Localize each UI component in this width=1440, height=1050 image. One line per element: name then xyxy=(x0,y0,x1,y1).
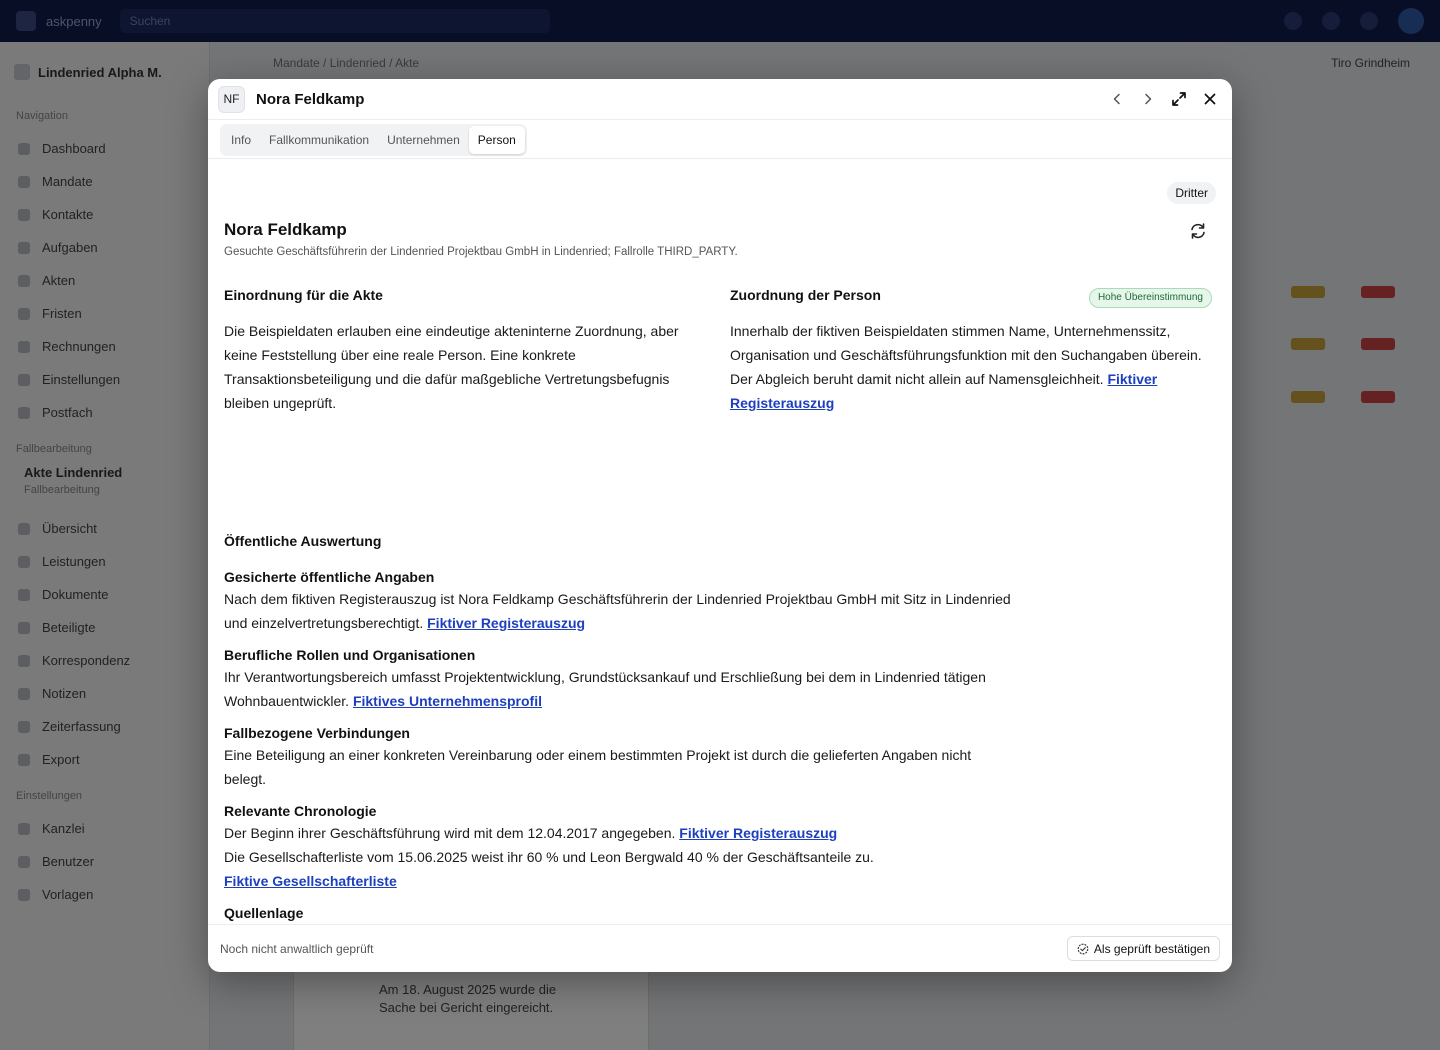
chevron-left-icon xyxy=(1113,93,1120,105)
block-title: Fallbezogene Verbindungen xyxy=(224,725,410,741)
modal-header: NF Nora Feldkamp xyxy=(208,79,1232,119)
block-text-body: Ihr Verantwortungsbereich umfasst Projek… xyxy=(224,669,986,709)
block-text: Nach dem fiktiven Registerauszug ist Nor… xyxy=(224,587,1014,635)
block-text: Die Gesellschafterliste vom 15.06.2025 w… xyxy=(224,845,1014,893)
tab-list: Info Fallkommunikation Unternehmen Person xyxy=(220,124,527,156)
modal-footer: Noch nicht anwaltlich geprüft Als geprüf… xyxy=(208,924,1232,972)
chevron-right-icon xyxy=(1145,93,1152,105)
evaluation-block: Berufliche Rollen und Organisationen Ihr … xyxy=(224,645,1014,713)
tab-bar: Info Fallkommunikation Unternehmen Person xyxy=(208,119,1232,159)
block-text: Der Beginn ihrer Geschäftsführung wird m… xyxy=(224,821,1014,845)
public-evaluation-section: Öffentliche Auswertung Gesicherte öffent… xyxy=(224,533,1014,924)
assignment-text: Innerhalb der fiktiven Beispieldaten sti… xyxy=(730,319,1216,415)
source-link[interactable]: Fiktive Gesellschafterliste xyxy=(224,873,397,889)
expand-icon xyxy=(1172,92,1186,106)
match-badge: Hohe Übereinstimmung xyxy=(1088,288,1212,308)
evaluation-block: Fallbezogene Verbindungen Eine Beteiligun… xyxy=(224,723,1014,791)
tab-unternehmen[interactable]: Unternehmen xyxy=(378,126,469,154)
confirm-reviewed-button[interactable]: Als geprüft bestätigen xyxy=(1066,936,1220,961)
block-text-body: Die Gesellschafterliste vom 15.06.2025 w… xyxy=(224,849,874,865)
block-text: Eine Beteiligung an einer konkreten Vere… xyxy=(224,743,1014,791)
classification-section: Einordnung für die Akte Die Beispieldate… xyxy=(224,287,694,415)
classification-text: Die Beispieldaten erlauben eine eindeuti… xyxy=(224,323,679,411)
confirm-label: Als geprüft bestätigen xyxy=(1093,941,1210,956)
block-title: Quellenlage xyxy=(224,905,304,921)
refresh-icon xyxy=(1191,223,1205,239)
next-button[interactable] xyxy=(1136,87,1160,111)
modal-body[interactable]: Dritter Nora Feldkamp Gesuchte Geschäfts… xyxy=(208,159,1232,924)
expand-button[interactable] xyxy=(1167,87,1191,111)
tab-info[interactable]: Info xyxy=(222,126,260,154)
source-link[interactable]: Fiktiver Registerauszug xyxy=(427,615,585,631)
person-subtitle: Gesuchte Geschäftsführerin der Lindenrie… xyxy=(224,246,738,258)
section-heading: Einordnung für die Akte xyxy=(224,287,383,303)
block-text-body: Nach dem fiktiven Registerauszug ist Nor… xyxy=(224,591,1011,631)
evaluation-block: Gesicherte öffentliche Angaben Nach dem f… xyxy=(224,567,1014,635)
review-status: Noch nicht anwaltlich geprüft xyxy=(220,941,374,956)
block-text: Ihr Verantwortungsbereich umfasst Projek… xyxy=(224,665,1014,713)
role-chip: Dritter xyxy=(1167,182,1216,204)
person-name: Nora Feldkamp xyxy=(224,220,347,239)
close-button[interactable] xyxy=(1198,87,1222,111)
block-title: Relevante Chronologie xyxy=(224,803,377,819)
source-link[interactable]: Fiktives Unternehmensprofil xyxy=(353,693,542,709)
assignment-section: Zuordnung der Person Hohe Übereinstimmun… xyxy=(730,287,1216,415)
section-heading: Öffentliche Auswertung xyxy=(224,533,382,549)
close-icon xyxy=(1204,93,1216,105)
refresh-button[interactable] xyxy=(1186,219,1210,243)
previous-button[interactable] xyxy=(1105,87,1129,111)
block-title: Gesicherte öffentliche Angaben xyxy=(224,569,435,585)
block-text-body: Eine Beteiligung an einer konkreten Vere… xyxy=(224,747,972,787)
modal-title: Nora Feldkamp xyxy=(256,90,365,108)
tab-person[interactable]: Person xyxy=(468,126,525,154)
block-title: Berufliche Rollen und Organisationen xyxy=(224,647,476,663)
check-badge-icon xyxy=(1077,943,1089,954)
tab-fallkommunikation[interactable]: Fallkommunikation xyxy=(260,126,378,154)
source-link[interactable]: Fiktiver Registerauszug xyxy=(679,825,837,841)
evaluation-block: Relevante Chronologie Der Beginn ihrer Ge… xyxy=(224,801,1014,893)
person-detail-modal: NF Nora Feldkamp Info Fallkommunikation Un… xyxy=(208,79,1232,972)
evaluation-block: QuellenlageSämtliche Belege sind ausdrüc… xyxy=(224,903,1014,924)
block-text-body: Der Beginn ihrer Geschäftsführung wird m… xyxy=(224,825,676,841)
avatar: NF xyxy=(218,85,245,113)
